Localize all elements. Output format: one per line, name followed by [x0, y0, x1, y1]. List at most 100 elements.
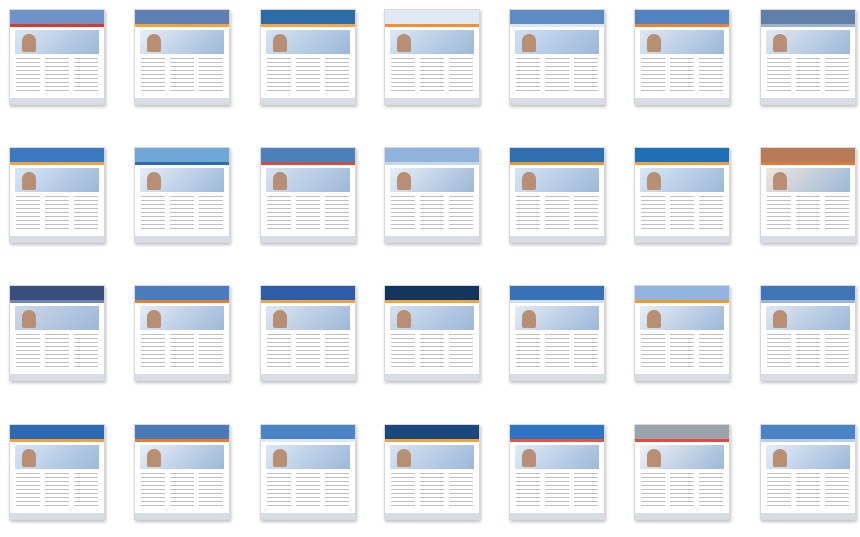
text-column [391, 334, 415, 370]
template-thumbnail[interactable] [509, 147, 605, 243]
header-band [261, 425, 355, 439]
text-column [796, 473, 820, 509]
accent-stripe [135, 439, 229, 442]
template-gallery-grid [0, 0, 860, 537]
footer-bar [635, 513, 729, 519]
text-column [699, 334, 723, 370]
text-column [16, 196, 40, 232]
person-photo [522, 449, 536, 467]
text-column [170, 196, 194, 232]
template-thumbnail[interactable] [9, 424, 105, 520]
accent-stripe [635, 300, 729, 303]
template-thumbnail[interactable] [634, 424, 730, 520]
template-thumbnail[interactable] [9, 147, 105, 243]
text-column [699, 58, 723, 94]
template-thumbnail[interactable] [760, 9, 856, 105]
text-column [391, 473, 415, 509]
header-band [510, 10, 604, 24]
person-photo [147, 34, 161, 52]
template-thumbnail[interactable] [634, 285, 730, 381]
footer-bar [10, 513, 104, 519]
text-column [670, 473, 694, 509]
header-band [635, 10, 729, 24]
footer-bar [135, 374, 229, 380]
template-thumbnail[interactable] [509, 424, 605, 520]
accent-stripe [10, 24, 104, 27]
template-thumbnail[interactable] [260, 9, 356, 105]
person-photo [147, 172, 161, 190]
template-thumbnail[interactable] [509, 9, 605, 105]
accent-stripe [135, 162, 229, 165]
footer-bar [385, 374, 479, 380]
template-thumbnail[interactable] [760, 424, 856, 520]
template-thumbnail[interactable] [134, 9, 230, 105]
text-column [449, 334, 473, 370]
accent-stripe [135, 24, 229, 27]
accent-stripe [385, 439, 479, 442]
template-thumbnail[interactable] [260, 424, 356, 520]
text-column [74, 196, 98, 232]
text-column [767, 58, 791, 94]
template-thumbnail[interactable] [260, 147, 356, 243]
person-photo [773, 172, 787, 190]
person-photo [147, 310, 161, 328]
template-thumbnail[interactable] [9, 9, 105, 105]
text-column [141, 473, 165, 509]
template-thumbnail[interactable] [134, 285, 230, 381]
text-column [796, 196, 820, 232]
accent-stripe [635, 24, 729, 27]
person-photo [397, 172, 411, 190]
text-column [516, 334, 540, 370]
template-thumbnail[interactable] [384, 285, 480, 381]
template-thumbnail[interactable] [760, 285, 856, 381]
text-column [267, 58, 291, 94]
text-column [199, 58, 223, 94]
footer-bar [385, 98, 479, 104]
header-band [261, 286, 355, 300]
accent-stripe [761, 162, 855, 165]
text-column [449, 196, 473, 232]
template-thumbnail[interactable] [634, 147, 730, 243]
footer-bar [385, 236, 479, 242]
text-column [296, 58, 320, 94]
person-photo [22, 34, 36, 52]
text-column [141, 196, 165, 232]
accent-stripe [761, 24, 855, 27]
template-thumbnail[interactable] [384, 424, 480, 520]
person-photo [273, 310, 287, 328]
template-thumbnail[interactable] [134, 424, 230, 520]
text-column [574, 58, 598, 94]
footer-bar [761, 513, 855, 519]
template-thumbnail[interactable] [134, 147, 230, 243]
text-column [767, 473, 791, 509]
footer-bar [10, 374, 104, 380]
text-column [767, 334, 791, 370]
template-thumbnail[interactable] [260, 285, 356, 381]
header-band [635, 425, 729, 439]
header-band [261, 148, 355, 162]
accent-stripe [635, 162, 729, 165]
text-column [825, 196, 849, 232]
accent-stripe [261, 300, 355, 303]
text-column [825, 334, 849, 370]
template-thumbnail[interactable] [634, 9, 730, 105]
template-thumbnail[interactable] [384, 147, 480, 243]
text-column [45, 58, 69, 94]
header-band [385, 10, 479, 24]
footer-bar [510, 98, 604, 104]
template-thumbnail[interactable] [760, 147, 856, 243]
accent-stripe [510, 300, 604, 303]
footer-bar [135, 98, 229, 104]
text-column [296, 334, 320, 370]
text-column [641, 196, 665, 232]
text-column [141, 58, 165, 94]
text-column [296, 196, 320, 232]
header-band [510, 148, 604, 162]
text-column [796, 334, 820, 370]
header-band [10, 148, 104, 162]
accent-stripe [10, 300, 104, 303]
template-thumbnail[interactable] [509, 285, 605, 381]
person-photo [522, 310, 536, 328]
template-thumbnail[interactable] [9, 285, 105, 381]
template-thumbnail[interactable] [384, 9, 480, 105]
